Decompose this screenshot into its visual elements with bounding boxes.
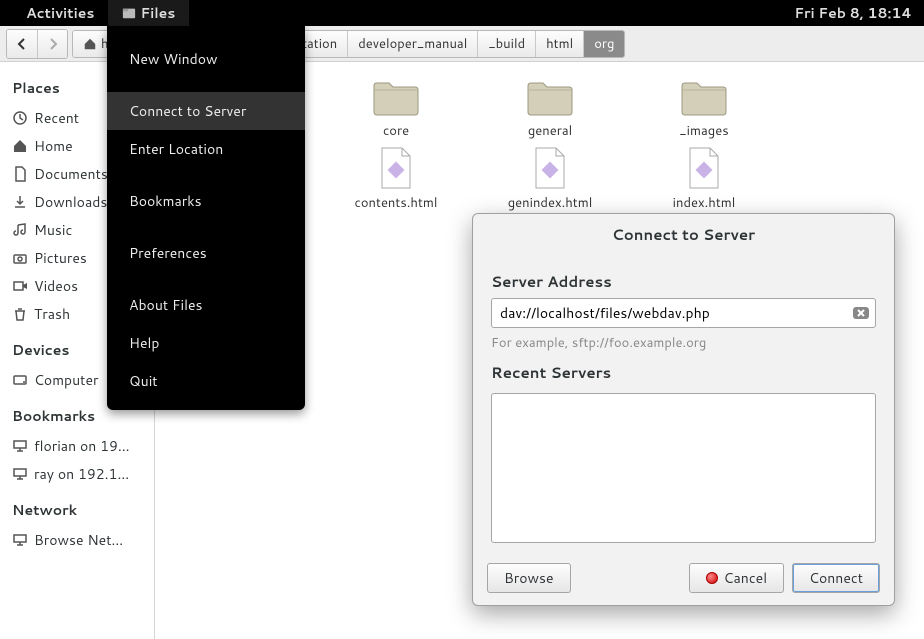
file-label: _images: [679, 122, 728, 140]
menu-help[interactable]: Help: [107, 324, 305, 362]
connect-button[interactable]: Connect: [792, 563, 880, 593]
file-item[interactable]: index.html: [627, 146, 781, 212]
server-address-hint: For example, sftp://foo.example.org: [491, 334, 876, 352]
file-item[interactable]: core: [319, 78, 473, 140]
dialog-title: Connect to Server: [473, 214, 894, 253]
chevron-right-icon: [47, 38, 59, 50]
doc-icon: [12, 166, 28, 182]
sidebar-item-label: ray on 192.1…: [34, 464, 129, 484]
home-icon: [83, 37, 97, 51]
crumb-org[interactable]: org: [583, 31, 624, 57]
sidebar-item-label: florian on 19…: [34, 436, 130, 456]
menu-new-window[interactable]: New Window: [107, 40, 305, 78]
crumb-build[interactable]: _build: [477, 31, 535, 57]
sidebar-item-label: Browse Net…: [34, 530, 123, 550]
menu-bookmarks[interactable]: Bookmarks: [107, 182, 305, 220]
chevron-left-icon: [16, 38, 28, 50]
file-icon: [532, 146, 568, 190]
folder-icon: [372, 78, 420, 118]
sidebar-item-label: Pictures: [34, 248, 87, 268]
sidebar-item-label: Trash: [34, 304, 70, 324]
music-icon: [12, 222, 28, 238]
topbar-app-label: Files: [140, 3, 175, 23]
menu-quit[interactable]: Quit: [107, 362, 305, 400]
nav-buttons: [6, 29, 68, 59]
file-label: core: [383, 122, 409, 140]
app-menu: New Window Connect to Server Enter Locat…: [107, 26, 305, 410]
forward-button[interactable]: [37, 30, 67, 58]
recent-servers-label: Recent Servers: [491, 362, 876, 383]
netdrive-icon: [12, 438, 28, 454]
drive-icon: [12, 372, 28, 388]
clear-icon[interactable]: [852, 304, 870, 322]
server-address-label: Server Address: [491, 271, 876, 292]
sidebar-item-label: Home: [34, 136, 73, 156]
trash-icon: [12, 306, 28, 322]
sidebar-item-label: Documents: [34, 164, 108, 184]
menu-connect-to-server[interactable]: Connect to Server: [107, 92, 305, 130]
netdrive-icon: [12, 532, 28, 548]
bookmarks-item-0[interactable]: florian on 19…: [10, 432, 154, 460]
download-icon: [12, 194, 28, 210]
back-button[interactable]: [7, 30, 37, 58]
folder-icon: [526, 78, 574, 118]
clock-icon: [12, 110, 28, 126]
sidebar-item-label: Videos: [34, 276, 78, 296]
menu-enter-location[interactable]: Enter Location: [107, 130, 305, 168]
home-icon: [12, 138, 28, 154]
menu-about-files[interactable]: About Files: [107, 286, 305, 324]
record-icon: [706, 572, 718, 584]
file-icon: [378, 146, 414, 190]
file-item[interactable]: contents.html: [319, 146, 473, 212]
crumb-html[interactable]: html: [535, 31, 583, 57]
sidebar-item-label: Computer: [34, 370, 98, 390]
file-icon: [686, 146, 722, 190]
file-label: general: [528, 122, 572, 140]
file-label: contents.html: [355, 194, 438, 212]
folder-icon: [680, 78, 728, 118]
camera-icon: [12, 250, 28, 266]
video-icon: [12, 278, 28, 294]
topbar-clock[interactable]: Fri Feb 8, 18:14: [794, 3, 912, 23]
file-label: genindex.html: [508, 194, 593, 212]
topbar-app[interactable]: Files: [108, 0, 189, 26]
connect-to-server-dialog: Connect to Server Server Address For exa…: [472, 213, 895, 606]
cancel-button-label: Cancel: [724, 568, 768, 588]
topbar-activities[interactable]: Activities: [12, 0, 108, 26]
file-item[interactable]: genindex.html: [473, 146, 627, 212]
sidebar-item-label: Music: [34, 220, 72, 240]
network-item-0[interactable]: Browse Net…: [10, 526, 154, 554]
menu-preferences[interactable]: Preferences: [107, 234, 305, 272]
cancel-button[interactable]: Cancel: [689, 563, 785, 593]
file-item[interactable]: general: [473, 78, 627, 140]
sidebar-head-network: Network: [10, 488, 154, 526]
netdrive-icon: [12, 466, 28, 482]
crumb-developer-manual[interactable]: developer_manual: [347, 31, 477, 57]
sidebar-item-label: Downloads: [34, 192, 107, 212]
bookmarks-item-1[interactable]: ray on 192.1…: [10, 460, 154, 488]
server-address-input[interactable]: [491, 298, 876, 328]
recent-servers-list[interactable]: [491, 393, 876, 543]
file-label: index.html: [673, 194, 736, 212]
file-item[interactable]: _images: [627, 78, 781, 140]
sidebar-item-label: Recent: [34, 108, 79, 128]
browse-button[interactable]: Browse: [487, 563, 571, 593]
